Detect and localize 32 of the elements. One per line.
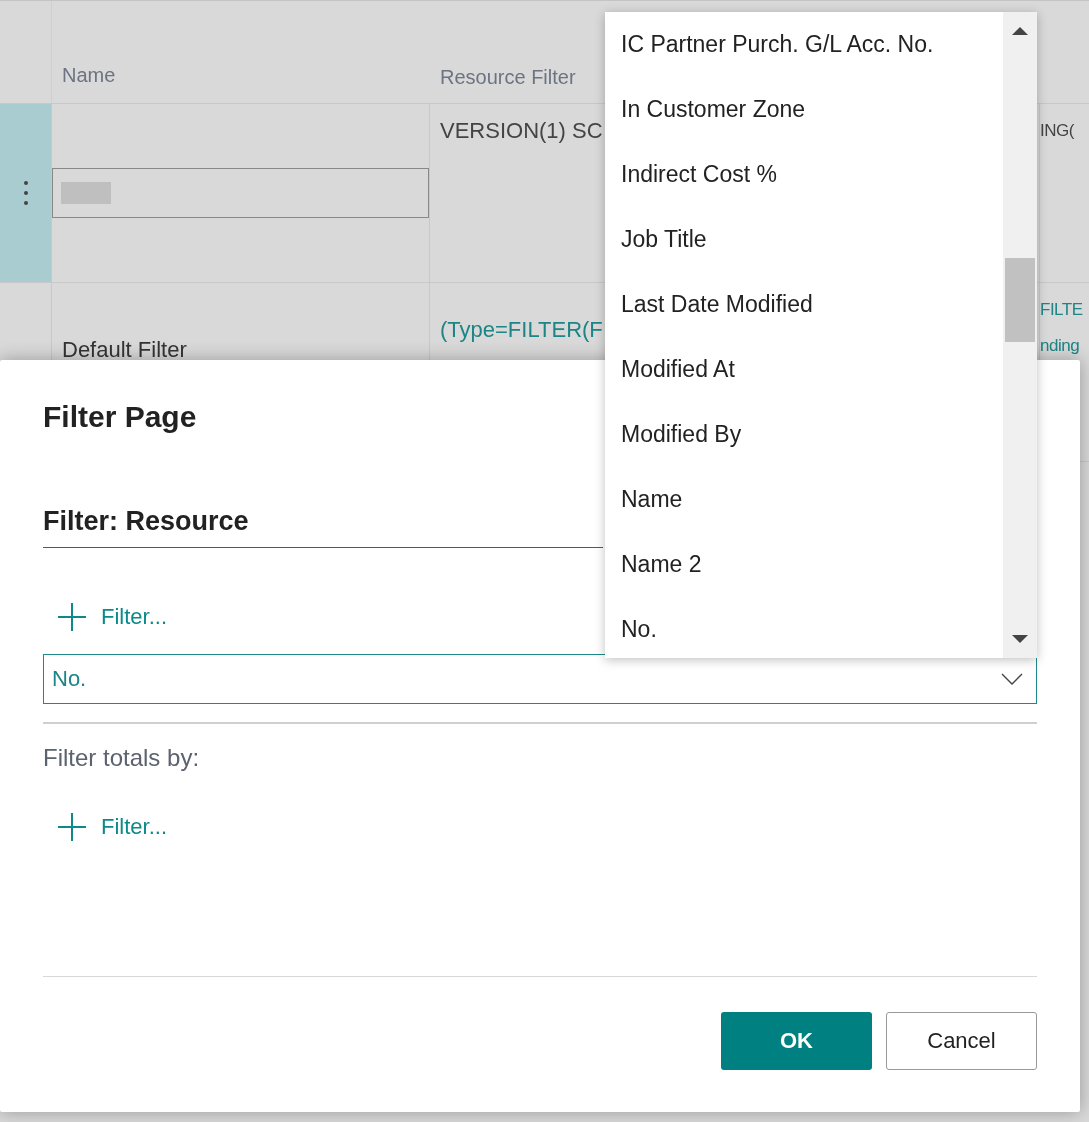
cancel-button[interactable]: Cancel bbox=[886, 1012, 1037, 1070]
dropdown-item[interactable]: Name 2 bbox=[605, 546, 1003, 611]
add-filter-button[interactable]: Filter... bbox=[43, 810, 181, 844]
scrollbar-thumb[interactable] bbox=[1005, 258, 1035, 342]
more-icon[interactable] bbox=[22, 180, 29, 206]
table-cell: FILTE bbox=[1040, 299, 1083, 321]
dropdown-item[interactable]: Last Date Modified bbox=[605, 286, 1003, 351]
totals-label: Filter totals by: bbox=[43, 744, 201, 772]
scrollbar[interactable] bbox=[1003, 12, 1037, 658]
section-title: Filter: Resource bbox=[43, 506, 603, 548]
scroll-up-icon[interactable] bbox=[1012, 26, 1028, 36]
dialog-title: Filter Page bbox=[43, 400, 197, 434]
name-field[interactable] bbox=[52, 168, 429, 218]
ok-button[interactable]: OK bbox=[721, 1012, 872, 1070]
table-cell-text: Default Filter bbox=[61, 336, 188, 363]
field-dropdown[interactable]: No. bbox=[43, 654, 1037, 704]
dropdown-item[interactable]: Modified By bbox=[605, 416, 1003, 481]
dropdown-item[interactable]: In Customer Zone bbox=[605, 91, 1003, 156]
plus-icon bbox=[57, 812, 87, 842]
scroll-down-icon[interactable] bbox=[1012, 634, 1028, 644]
table-cell: nding bbox=[1040, 335, 1080, 357]
plus-icon bbox=[57, 602, 87, 632]
dropdown-item[interactable]: Job Title bbox=[605, 221, 1003, 286]
dropdown-item[interactable]: Indirect Cost % bbox=[605, 156, 1003, 221]
dropdown-item[interactable]: Modified At bbox=[605, 351, 1003, 416]
chevron-down-icon bbox=[1001, 673, 1023, 685]
dropdown-item[interactable]: IC Partner Purch. G/L Acc. No. bbox=[605, 26, 1003, 91]
table-cell: ING( bbox=[1040, 120, 1074, 142]
dropdown-item[interactable]: Name bbox=[605, 481, 1003, 546]
row-handle[interactable] bbox=[0, 104, 52, 282]
table-cell-text: VERSION(1) SC bbox=[440, 118, 604, 144]
add-filter-button[interactable]: Filter... bbox=[43, 600, 181, 634]
